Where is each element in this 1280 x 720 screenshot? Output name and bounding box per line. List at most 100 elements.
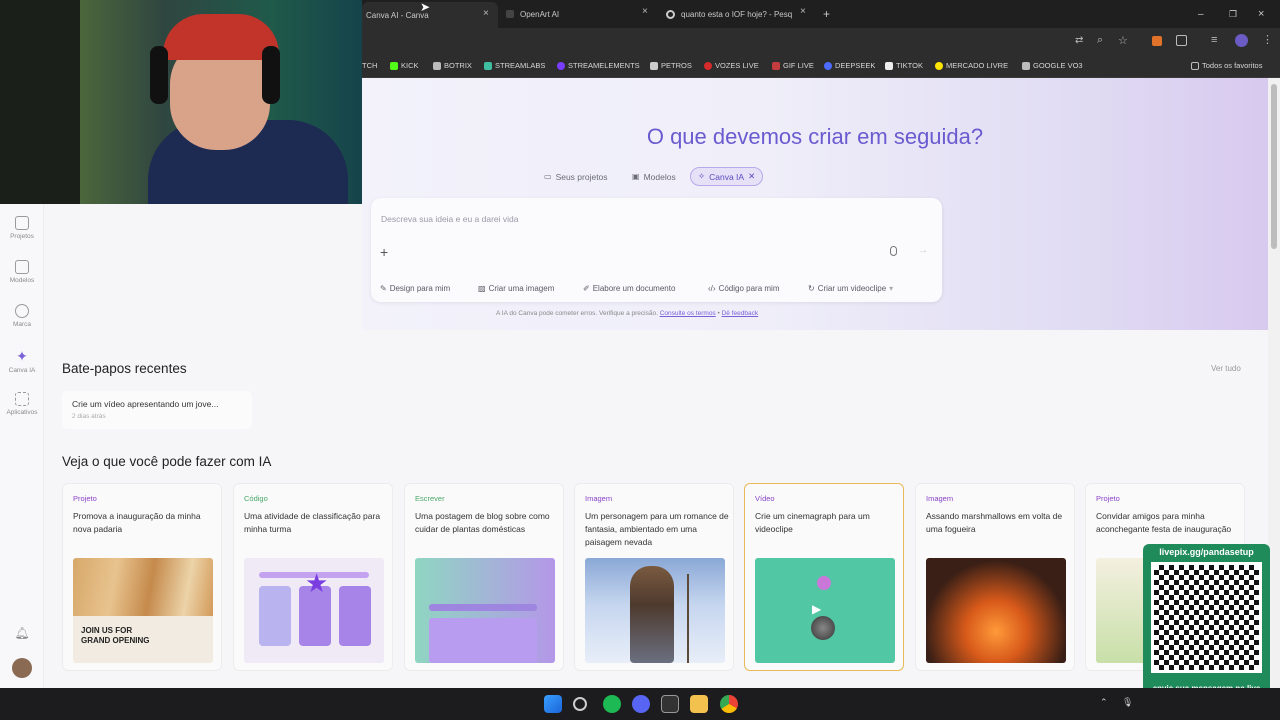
bookmark-item[interactable]: GOOGLE VO3 <box>1022 61 1083 70</box>
translate-icon[interactable]: ⇄ <box>1075 35 1083 46</box>
search-icon[interactable] <box>573 697 587 711</box>
extension-icon[interactable] <box>1152 36 1162 46</box>
new-tab-button[interactable]: + <box>823 4 830 24</box>
kick-icon <box>390 61 398 70</box>
scrollbar-thumb[interactable] <box>1271 84 1277 249</box>
bakery-thumbnail: JOIN US FOR GRAND OPENING <box>73 558 213 663</box>
idea-card[interactable]: Imagem Um personagem para um romance de … <box>574 483 734 671</box>
bookmark-item[interactable]: PETROS <box>650 61 692 70</box>
video-icon: ↻ <box>808 284 815 293</box>
document-icon: ✐ <box>583 284 590 293</box>
bookmark-label: STREAMELEMENTS <box>568 61 640 70</box>
play-icon[interactable]: ▶ <box>812 602 821 616</box>
webcam-overlay <box>0 0 362 204</box>
close-icon[interactable]: ✕ <box>748 171 755 182</box>
tab-your-projects[interactable]: ▭ Seus projetos <box>537 167 615 186</box>
bookmark-label: GIF LIVE <box>783 61 814 70</box>
close-tab-icon[interactable]: × <box>642 6 648 17</box>
page-title: O que devemos criar em seguida? <box>646 124 984 149</box>
tab-title: quanto esta o IOF hoje? - Pesq <box>681 9 793 19</box>
close-tab-icon[interactable]: × <box>800 6 806 17</box>
bookmark-item[interactable]: KICK <box>390 61 419 70</box>
chip-design[interactable]: ✎ Design para mim <box>380 284 450 293</box>
microphone-icon[interactable] <box>890 246 897 256</box>
chevron-down-icon: ▾ <box>889 284 894 293</box>
card-category: Vídeo <box>755 494 775 503</box>
sidebar-item-apps[interactable]: Aplicativos <box>0 392 44 416</box>
minimize-icon[interactable]: – <box>1198 4 1204 24</box>
deepseek-icon <box>824 61 832 70</box>
code-thumbnail: ★ <box>244 558 384 663</box>
media-control-icon[interactable]: ≡ <box>1211 34 1217 46</box>
sidebar-item-projects[interactable]: Projetos <box>0 216 44 240</box>
discord-icon[interactable] <box>632 695 650 713</box>
microphone-tray-icon[interactable]: 🎙︎ <box>1122 697 1133 708</box>
tab-openart[interactable]: OpenArt AI × <box>506 4 656 24</box>
all-bookmarks[interactable]: Todos os favoritos <box>1191 61 1262 70</box>
close-window-icon[interactable]: × <box>1258 4 1264 24</box>
bookmark-item[interactable]: DEEPSEEK <box>824 61 875 70</box>
menu-icon[interactable]: ⋮ <box>1262 33 1273 46</box>
windows-start-icon[interactable] <box>544 695 562 713</box>
zoom-icon[interactable]: ⌕ <box>1097 34 1103 47</box>
spotify-icon[interactable] <box>603 695 621 713</box>
character-figure <box>630 566 674 663</box>
card-category: Código <box>244 494 268 503</box>
extensions-puzzle-icon[interactable] <box>1176 35 1187 46</box>
avatar[interactable] <box>12 658 32 678</box>
code-icon: ‹/› <box>708 284 716 293</box>
bookmark-item[interactable]: TIKTOK <box>885 61 923 70</box>
qr-url: livepix.gg/pandasetup <box>1159 547 1254 557</box>
idea-card[interactable]: Escrever Uma postagem de blog sobre como… <box>404 483 564 671</box>
add-icon[interactable]: + <box>380 244 388 260</box>
sidebar-item-brand[interactable]: Marca <box>0 304 44 328</box>
file-explorer-icon[interactable] <box>690 695 708 713</box>
idea-card[interactable]: Imagem Assando marshmallows em volta de … <box>915 483 1075 671</box>
app-icon[interactable] <box>661 695 679 713</box>
idea-card[interactable]: Vídeo Crie um cinemagraph para um videoc… <box>744 483 904 671</box>
pill-label: Canva IA <box>709 171 745 182</box>
star-icon[interactable]: ☆ <box>1118 34 1128 47</box>
restore-icon[interactable]: ❐ <box>1229 4 1237 24</box>
idea-card[interactable]: Código Uma atividade de classificação pa… <box>233 483 393 671</box>
chrome-icon[interactable] <box>720 695 738 713</box>
idea-card[interactable]: Projeto Promova a inauguração da minha n… <box>62 483 222 671</box>
chip-video[interactable]: ↻ Criar um videoclipe ▾ <box>808 284 893 293</box>
chip-image[interactable]: ▨ Criar uma imagem <box>478 284 554 293</box>
fantasy-character-thumbnail <box>585 558 725 663</box>
bookmark-item[interactable]: MERCADO LIVRE <box>935 61 1008 70</box>
pill-label: Modelos <box>643 171 676 182</box>
card-description: Assando marshmallows em volta de uma fog… <box>926 511 1063 534</box>
close-tab-icon[interactable]: × <box>483 8 489 19</box>
google-vo3-icon <box>1022 61 1030 70</box>
tab-google[interactable]: quanto esta o IOF hoje? - Pesq × <box>666 4 816 24</box>
bookmark-item[interactable]: GIF LIVE <box>772 61 814 70</box>
chip-label: Elabore um documento <box>592 284 676 293</box>
bookmark-label: PETROS <box>661 61 692 70</box>
card-category: Imagem <box>926 494 954 503</box>
bookmark-item[interactable]: VOZES LIVE <box>704 61 759 70</box>
bread-image <box>73 558 213 616</box>
sidebar-item-templates[interactable]: Modelos <box>0 260 44 284</box>
tab-canva-ai[interactable]: ✧ Canva IA ✕ <box>690 167 764 186</box>
see-all-link[interactable]: Ver tudo <box>1211 364 1241 373</box>
bookmark-item[interactable]: BOTRIX <box>433 61 472 70</box>
tray-chevron-icon[interactable]: ⌃ <box>1100 697 1108 708</box>
prompt-input[interactable]: Descreva sua ideia e eu a darei vida <box>381 214 519 224</box>
folder-icon <box>15 216 29 230</box>
feedback-link[interactable]: Dê feedback <box>722 310 759 317</box>
sidebar-item-canva-ai[interactable]: ✦ Canva IA <box>0 348 44 374</box>
bookmark-item[interactable]: STREAMLABS <box>484 61 545 70</box>
tab-templates[interactable]: ▣ Modelos <box>625 167 683 186</box>
bookmark-item[interactable]: TCH <box>362 61 377 70</box>
chip-code[interactable]: ‹/› Código para mim <box>708 284 779 293</box>
design-icon: ✎ <box>380 284 387 293</box>
notification-bell-icon[interactable]: 🔔︎ <box>0 626 44 640</box>
bookmark-item[interactable]: STREAMELEMENTS <box>557 61 640 70</box>
terms-link[interactable]: Consulte os termos <box>660 310 716 317</box>
avatar[interactable] <box>1235 34 1248 47</box>
recent-chat-item[interactable]: Crie um vídeo apresentando um jove... 2 … <box>62 391 252 429</box>
star-icon: ★ <box>305 568 329 598</box>
chip-document[interactable]: ✐ Elabore um documento <box>583 284 675 293</box>
send-icon[interactable]: → <box>918 245 928 256</box>
